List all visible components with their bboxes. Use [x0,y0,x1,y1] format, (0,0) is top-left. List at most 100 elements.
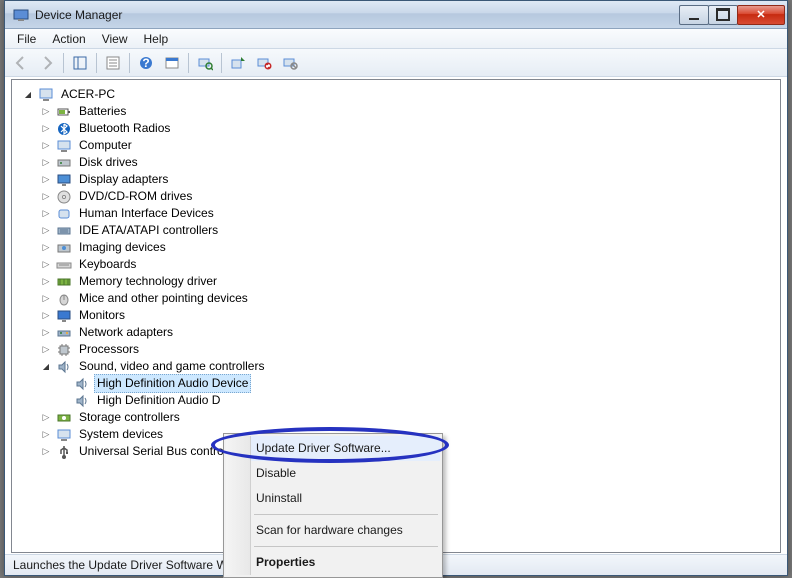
context-menu: Update Driver Software... Disable Uninst… [223,433,443,578]
menu-file[interactable]: File [9,30,44,48]
titlebar[interactable]: Device Manager [5,1,787,29]
app-icon [13,7,29,23]
tree-node-label: IDE ATA/ATAPI controllers [76,222,221,239]
expander-icon[interactable] [40,429,52,441]
ctx-properties[interactable]: Properties [226,550,440,575]
usb-icon [56,444,72,460]
toolbar: ? [5,49,787,77]
menubar: File Action View Help [5,29,787,49]
expander-icon[interactable] [40,140,52,152]
tree-node-label: Processors [76,341,142,358]
expander-icon[interactable] [40,106,52,118]
toolbar-separator [188,53,189,73]
tree-node[interactable]: Storage controllers [40,409,780,426]
tree-node-label: Batteries [76,103,129,120]
forward-button [35,51,59,75]
tree-node[interactable]: Display adapters [40,171,780,188]
close-button[interactable] [737,5,785,25]
context-menu-gutter [226,436,251,575]
expander-icon[interactable] [40,157,52,169]
help-button[interactable]: ? [134,51,158,75]
expander-icon[interactable] [40,293,52,305]
tree-node-label: Display adapters [76,171,171,188]
tree-node-label: High Definition Audio Device [94,374,251,393]
tree-node[interactable]: Sound, video and game controllersHigh De… [40,358,780,409]
tree-node[interactable]: Human Interface Devices [40,205,780,222]
network-icon [56,325,72,341]
disable-button[interactable] [278,51,302,75]
context-menu-separator [254,514,438,515]
expander-icon[interactable] [40,446,52,458]
svg-text:?: ? [142,56,149,70]
back-button [9,51,33,75]
imaging-icon [56,240,72,256]
tree-node[interactable]: Processors [40,341,780,358]
context-menu-separator [254,546,438,547]
update-driver-button[interactable] [226,51,250,75]
sound-icon [56,359,72,375]
tree-node[interactable]: Computer [40,137,780,154]
processor-icon [56,342,72,358]
expander-icon[interactable] [40,276,52,288]
expander-icon[interactable] [40,412,52,424]
expander-icon[interactable] [40,191,52,203]
maximize-button[interactable] [708,5,738,25]
tree-node-label: Human Interface Devices [76,205,217,222]
expander-icon[interactable] [40,242,52,254]
tree-node[interactable]: Monitors [40,307,780,324]
bluetooth-icon [56,121,72,137]
expander-icon[interactable] [40,123,52,135]
computer-icon [56,138,72,154]
tree-node[interactable]: High Definition Audio D [58,392,780,409]
tree-node-label: Network adapters [76,324,176,341]
memory-icon [56,274,72,290]
system-icon [56,427,72,443]
tree-node[interactable]: Network adapters [40,324,780,341]
expander-icon[interactable] [40,208,52,220]
tree-node[interactable]: High Definition Audio Device [58,375,780,392]
minimize-button[interactable] [679,5,709,25]
uninstall-button[interactable] [252,51,276,75]
expander-icon[interactable] [40,310,52,322]
tree-node[interactable]: Imaging devices [40,239,780,256]
ctx-scan[interactable]: Scan for hardware changes [226,518,440,543]
menu-help[interactable]: Help [136,30,177,48]
tree-node[interactable]: Mice and other pointing devices [40,290,780,307]
ctx-disable[interactable]: Disable [226,461,440,486]
sound-icon [74,376,90,392]
action-button[interactable] [160,51,184,75]
tree-node[interactable]: IDE ATA/ATAPI controllers [40,222,780,239]
expander-icon[interactable] [40,259,52,271]
ctx-uninstall[interactable]: Uninstall [226,486,440,511]
tree-node[interactable]: Bluetooth Radios [40,120,780,137]
ide-icon [56,223,72,239]
tree-node[interactable]: Memory technology driver [40,273,780,290]
computer-icon [38,87,54,103]
properties-button[interactable] [101,51,125,75]
tree-root[interactable]: ACER-PC BatteriesBluetooth RadiosCompute… [22,86,780,460]
tree-node[interactable]: Disk drives [40,154,780,171]
tree-node-label: Storage controllers [76,409,183,426]
menu-action[interactable]: Action [44,30,93,48]
expander-icon[interactable] [40,344,52,356]
tree-node-label: Bluetooth Radios [76,120,173,137]
tree-node-label: Sound, video and game controllers [76,358,267,375]
toolbar-separator [96,53,97,73]
tree-node-label: DVD/CD-ROM drives [76,188,195,205]
menu-view[interactable]: View [94,30,136,48]
expander-icon[interactable] [40,174,52,186]
tree-node[interactable]: DVD/CD-ROM drives [40,188,780,205]
expander-icon[interactable] [40,327,52,339]
expander-icon[interactable] [22,89,34,101]
ctx-update-driver[interactable]: Update Driver Software... [226,436,440,461]
expander-icon[interactable] [40,225,52,237]
keyboard-icon [56,257,72,273]
monitor-icon [56,308,72,324]
tree-node-label: Monitors [76,307,128,324]
tree-node[interactable]: Batteries [40,103,780,120]
show-hide-tree-button[interactable] [68,51,92,75]
scan-hardware-button[interactable] [193,51,217,75]
expander-icon[interactable] [40,361,52,373]
toolbar-separator [129,53,130,73]
tree-node[interactable]: Keyboards [40,256,780,273]
